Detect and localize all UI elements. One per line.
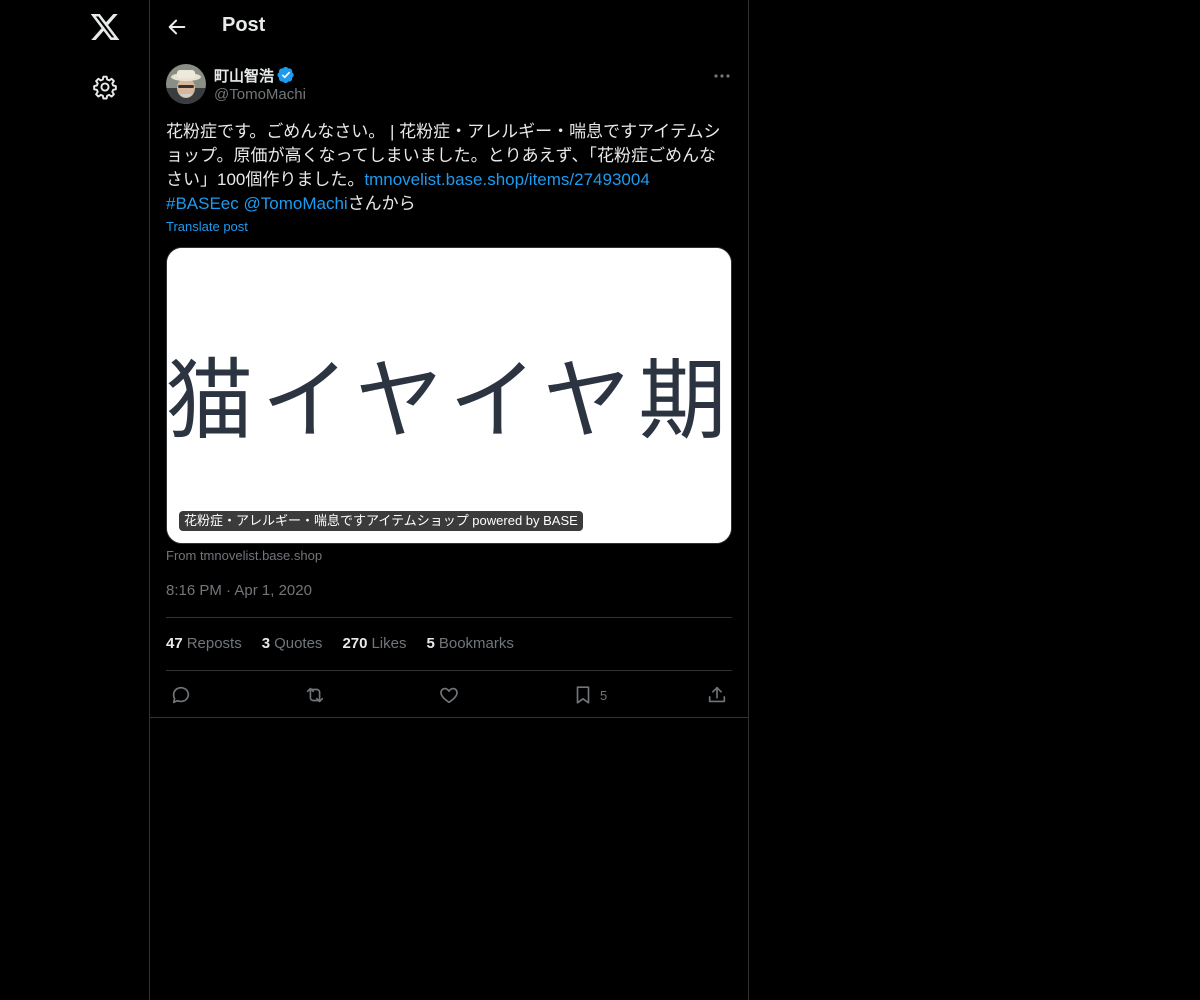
mention-link[interactable]: @TomoMachi — [244, 194, 348, 213]
post-stats: 47 Reposts 3 Quotes 270 Likes 5 Bookmarks — [166, 635, 534, 652]
post-text-line: ョップ。原価が高くなってしまいました。とりあえず、「花粉症ごめんな — [166, 146, 716, 165]
divider — [166, 670, 732, 671]
reply-icon — [172, 686, 190, 704]
post-text-line: さい」100個作りました。 — [166, 170, 365, 189]
author-handle[interactable]: @TomoMachi — [214, 86, 306, 103]
post-time: 8:16 PM — [166, 582, 222, 599]
repost-icon — [306, 687, 324, 703]
post-header: Post — [150, 0, 748, 53]
author-info: 町山智浩 @TomoMachi — [214, 65, 306, 103]
post-text-suffix: さんから — [347, 194, 416, 213]
post-column: Post 町山智浩 @TomoMachi 花粉症です。ごめんなさい。 | 花粉症… — [149, 0, 749, 1000]
timestamp-separator: · — [226, 582, 232, 599]
more-options-icon[interactable] — [712, 66, 732, 86]
post-text: 花粉症です。ごめんなさい。 | 花粉症・アレルギー・喘息ですアイテムシ ョップ。… — [166, 120, 732, 216]
post-timestamp[interactable]: 8:16 PM · Apr 1, 2020 — [166, 582, 312, 599]
post-actions: 5 — [166, 683, 732, 707]
like-button[interactable] — [438, 683, 460, 707]
page-title: Post — [222, 14, 266, 36]
reply-button[interactable] — [170, 683, 192, 707]
stat-reposts[interactable]: 47 Reposts — [166, 635, 242, 652]
left-nav — [0, 0, 149, 1000]
hashtag-link[interactable]: #BASEec — [166, 194, 239, 213]
verified-badge-icon — [277, 66, 295, 84]
post-date: Apr 1, 2020 — [234, 582, 312, 599]
post-link[interactable]: tmnovelist.base.shop/items/27493004 — [364, 170, 649, 189]
stat-quotes[interactable]: 3 Quotes — [262, 635, 323, 652]
bookmark-button[interactable]: 5 — [572, 683, 607, 707]
avatar[interactable] — [166, 64, 206, 104]
link-card[interactable]: 猫イヤイヤ期 花粉症・アレルギー・喘息ですアイテムショップ powered by… — [166, 247, 732, 544]
bookmark-count: 5 — [600, 687, 608, 703]
share-icon — [708, 686, 726, 703]
heart-icon — [440, 687, 458, 704]
divider — [150, 717, 748, 718]
arrow-left-icon[interactable] — [166, 16, 188, 38]
repost-button[interactable] — [304, 683, 326, 707]
gear-icon[interactable] — [92, 74, 118, 100]
stat-likes[interactable]: 270 Likes — [342, 635, 406, 652]
post-text-line: 花粉症です。ごめんなさい。 | 花粉症・アレルギー・喘息ですアイテムシ — [166, 122, 721, 141]
author-name[interactable]: 町山智浩 — [214, 65, 274, 86]
card-image-text: 猫イヤイヤ期 — [167, 349, 732, 452]
share-button[interactable] — [706, 683, 728, 707]
translate-post-link[interactable]: Translate post — [166, 219, 248, 234]
card-label: 花粉症・アレルギー・喘息ですアイテムショップ powered by BASE — [179, 511, 583, 531]
stat-bookmarks[interactable]: 5 Bookmarks — [427, 635, 514, 652]
x-logo-icon[interactable] — [89, 11, 121, 43]
card-source[interactable]: From tmnovelist.base.shop — [166, 548, 322, 563]
divider — [166, 617, 732, 618]
bookmark-icon — [576, 686, 590, 704]
card-image: 猫イヤイヤ期 — [167, 248, 732, 543]
